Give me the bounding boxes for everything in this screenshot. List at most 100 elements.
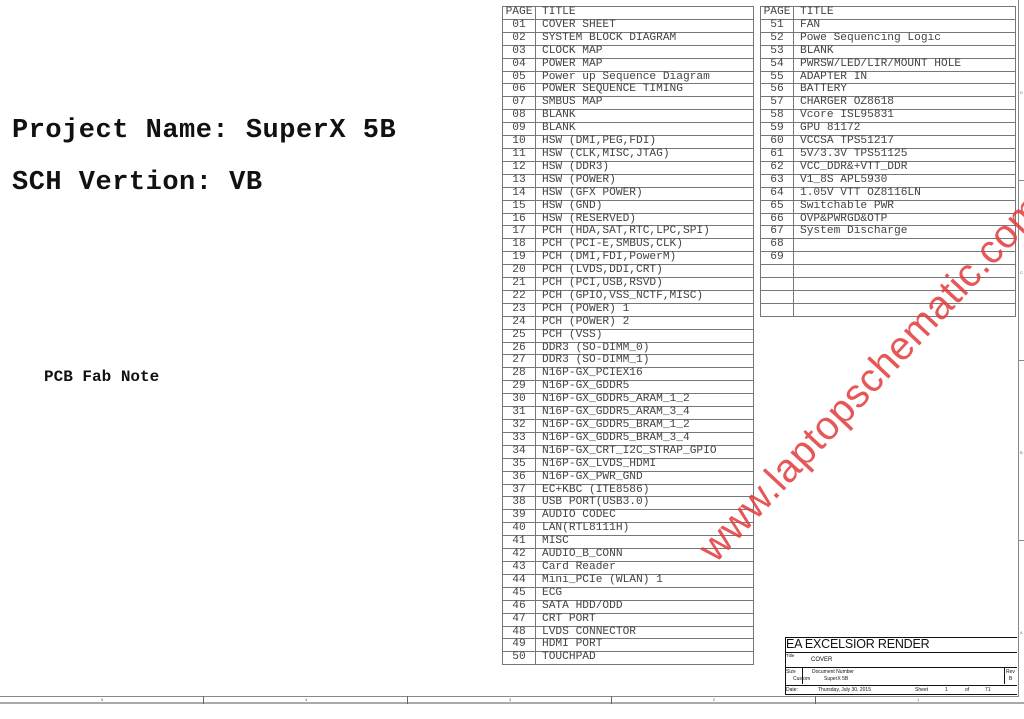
page-number: 60	[760, 135, 794, 149]
page-number: 41	[502, 535, 536, 550]
page-number: 39	[502, 509, 536, 524]
page-number: 13	[502, 173, 536, 188]
date-label: Date:	[786, 687, 798, 693]
company-name: EA EXCELSIOR RENDER	[786, 637, 930, 651]
page-title: FAN	[793, 18, 1016, 33]
table-header-row: PAGE TITLE	[502, 6, 754, 20]
page-number: 40	[502, 522, 536, 537]
page-number: 57	[760, 96, 794, 111]
page-number: 24	[502, 315, 536, 330]
table-row: 14 HSW (GFX POWER)	[502, 186, 754, 201]
page-title: PCH (LVDS,DDI,CRT)	[535, 264, 754, 279]
page-number: 29	[502, 380, 536, 395]
page-title: PCH (POWER) 1	[535, 302, 754, 317]
page-number: 16	[502, 212, 536, 227]
table-row: 65 Switchable PWR	[760, 199, 1016, 214]
pcb-fab-note: PCB Fab Note	[44, 368, 160, 386]
page-number: 62	[760, 160, 794, 175]
page-title: PCH (HDA,SAT,RTC,LPC,SPI)	[535, 225, 754, 240]
table-row: 55 ADAPTER IN	[760, 70, 1016, 85]
title-label: Title	[786, 653, 795, 658]
rev-value: B	[1009, 676, 1013, 682]
table-row: 44 Mini_PCIe (WLAN) 1	[502, 573, 754, 588]
title-value: COVER	[811, 657, 833, 663]
table-row: 04 POWER MAP	[502, 57, 754, 72]
table-row: 23 PCH (POWER) 1	[502, 302, 754, 317]
frame-zone-number: 3	[509, 697, 512, 702]
page-number: 51	[760, 18, 794, 33]
page-number	[760, 289, 794, 304]
page-number: 67	[760, 225, 794, 240]
page-number: 12	[502, 160, 536, 175]
table-row: 36 N16P-GX_PWR_GND	[502, 470, 754, 485]
page-title: ECG	[535, 586, 754, 601]
page-title: BLANK	[793, 44, 1016, 59]
page-number: 21	[502, 277, 536, 291]
page-title: BATTERY	[793, 83, 1016, 98]
column-header-title: TITLE	[535, 6, 754, 20]
table-row: 03 CLOCK MAP	[502, 44, 754, 59]
table-row: 45 ECG	[502, 586, 754, 601]
page-title: N16P-GX_CRT_I2C_STRAP_GPIO	[535, 444, 754, 459]
page-number: 44	[502, 573, 536, 588]
page-number: 10	[502, 135, 536, 149]
page-title: EC+KBC (ITE8586)	[535, 483, 754, 498]
rev-label: Rev	[1006, 669, 1015, 675]
page-title: VCC_DDR&+VTT_DDR	[793, 160, 1016, 175]
table-header-row: PAGE TITLE	[760, 6, 1016, 20]
page-number: 19	[502, 251, 536, 266]
page-title: POWER MAP	[535, 57, 754, 72]
title-block-border	[785, 694, 1017, 695]
page-title: DDR3 (SO-DIMM_1)	[535, 354, 754, 369]
frame-zone-number: 1	[917, 697, 920, 702]
table-row: 30 N16P-GX_GDDR5_ARAM_1_2	[502, 393, 754, 408]
table-row: 60 VCCSA TPS51217	[760, 135, 1016, 149]
table-row: 29 N16P-GX_GDDR5	[502, 380, 754, 395]
page-number: 32	[502, 419, 536, 433]
page-number: 30	[502, 393, 536, 408]
date-value: Thursday, July 30, 2015	[818, 687, 871, 693]
page-title: Powe Sequencing Logic	[793, 31, 1016, 46]
page-number: 04	[502, 57, 536, 72]
table-row: 50 TOUCHPAD	[502, 651, 754, 666]
frame-zone-divider	[407, 696, 408, 704]
page-title: TOUCHPAD	[535, 651, 754, 666]
page-title: PWRSW/LED/LIR/MOUNT HOLE	[793, 57, 1016, 72]
page-number: 26	[502, 341, 536, 356]
page-number: 45	[502, 586, 536, 601]
page-title: BLANK	[535, 122, 754, 137]
table-row: 13 HSW (POWER)	[502, 173, 754, 188]
page-title: HSW (GND)	[535, 199, 754, 214]
table-row: 35 N16P-GX_LVDS_HDMI	[502, 457, 754, 472]
size-divider	[802, 668, 803, 684]
frame-zone-divider	[611, 696, 612, 704]
page-title: SMBUS MAP	[535, 96, 754, 111]
page-title: N16P-GX_PCIEX16	[535, 367, 754, 382]
page-number: 25	[502, 328, 536, 343]
page-title: PCH (PCI-E,SMBUS,CLK)	[535, 238, 754, 253]
page-number: 58	[760, 109, 794, 124]
table-row: 33 N16P-GX_GDDR5_BRAM_3_4	[502, 431, 754, 446]
page-title: SYSTEM BLOCK DIAGRAM	[535, 31, 754, 46]
frame-zone-tick	[1018, 180, 1024, 181]
page-title: ADAPTER IN	[793, 70, 1016, 85]
column-header-page: PAGE	[502, 6, 536, 20]
page-number	[760, 277, 794, 291]
page-title: DDR3 (SO-DIMM_0)	[535, 341, 754, 356]
page-title: 1.05V VTT OZ8116LN	[793, 186, 1016, 201]
page-title: POWER SEQUENCE TIMING	[535, 83, 754, 98]
title-block: EA EXCELSIOR RENDER Title COVER Size Cus…	[785, 637, 1018, 696]
table-row: 10 HSW (DMI,PEG,FDI)	[502, 135, 754, 149]
page-number: 42	[502, 548, 536, 562]
sheet-of-label: of	[965, 687, 970, 693]
table-row: 05 Power up Sequence Diagram	[502, 70, 754, 85]
table-row: 57 CHARGER OZ8618	[760, 96, 1016, 111]
rev-divider	[1004, 668, 1005, 684]
page-title: HSW (GFX POWER)	[535, 186, 754, 201]
page-number: 47	[502, 612, 536, 627]
column-header-title: TITLE	[793, 6, 1016, 20]
document-number-label: Document Number	[812, 669, 854, 675]
page-number: 03	[502, 44, 536, 59]
table-row: 54 PWRSW/LED/LIR/MOUNT HOLE	[760, 57, 1016, 72]
page-title: Vcore ISL95831	[793, 109, 1016, 124]
